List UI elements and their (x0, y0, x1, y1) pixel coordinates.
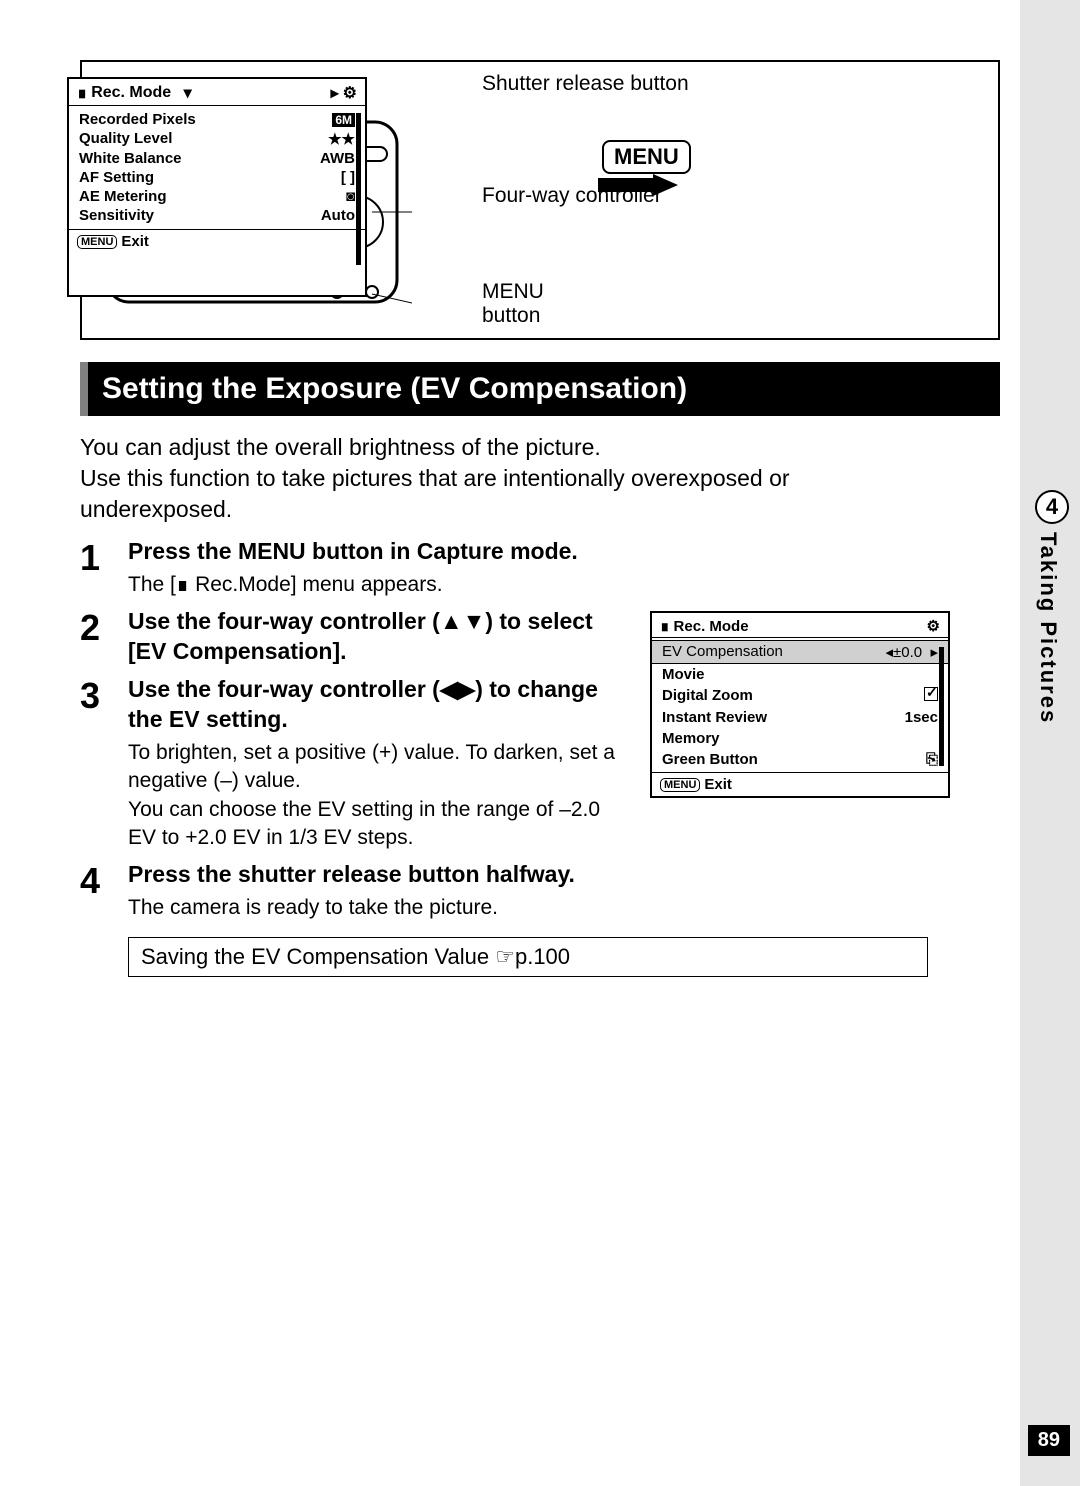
top-diagram: Shutter release button Four-way controll… (80, 60, 1000, 340)
lcd-rec-mode-1: ∎Rec. Mode ▾ ▸⚙ Recorded Pixels6MQuality… (67, 77, 367, 297)
scrollbar-icon (939, 647, 944, 766)
lcd1-row: White BalanceAWB (79, 149, 355, 168)
lcd2-exit: Exit (704, 776, 732, 793)
step-3-desc: To brighten, set a positive (+) value. T… (128, 739, 632, 852)
menu-key-icon: MENU (77, 235, 117, 249)
lcd2-row: Movie (652, 664, 948, 685)
label-shutter: Shutter release button (482, 72, 689, 96)
label-menu-button: MENU button (482, 280, 544, 328)
scrollbar-icon (356, 113, 361, 265)
lcd1-row: Recorded Pixels6M (79, 110, 355, 129)
step-number: 2 (80, 607, 128, 667)
lcd2-row: Memory (652, 728, 948, 749)
reference-box: Saving the EV Compensation Value ☞p.100 (128, 937, 928, 977)
page-number: 89 (1028, 1425, 1070, 1456)
step-1: 1 Press the MENU button in Capture mode.… (80, 537, 950, 599)
lcd1-exit: Exit (121, 233, 149, 250)
step-1-title: Press the MENU button in Capture mode. (128, 537, 950, 567)
intro-text: You can adjust the overall brightness of… (80, 432, 910, 525)
step-number: 3 (80, 675, 128, 852)
step-2: 2 Use the four-way controller (▲▼) to se… (80, 607, 632, 667)
lcd1-row: SensitivityAuto (79, 206, 355, 225)
lcd1-row: Quality Level★★ (79, 129, 355, 149)
step-number: 4 (80, 860, 128, 922)
step-3-title: Use the four-way controller (◀▶) to chan… (128, 675, 632, 735)
lcd2-row: Green Button⎘ (652, 749, 948, 770)
step-2-title: Use the four-way controller (▲▼) to sele… (128, 607, 632, 667)
menu-key-icon: MENU (660, 778, 700, 792)
arrow-icon (598, 174, 678, 196)
step-3: 3 Use the four-way controller (◀▶) to ch… (80, 675, 632, 852)
camera-icon: ∎ (77, 83, 87, 103)
lcd2-row: Digital Zoom (652, 685, 948, 707)
lcd2-tab: Rec. Mode (674, 618, 749, 635)
menu-badge: MENU (602, 140, 691, 174)
dropdown-icon: ▾ (184, 83, 192, 103)
lcd1-row: AF Setting[ ] (79, 168, 355, 187)
camera-icon: ∎ (176, 573, 189, 596)
lcd1-tab: Rec. Mode (91, 84, 171, 102)
checkbox-icon (924, 687, 938, 701)
step-4: 4 Press the shutter release button halfw… (80, 860, 950, 922)
lcd2-row: Instant Review1sec (652, 707, 948, 728)
step-4-title: Press the shutter release button halfway… (128, 860, 950, 890)
camera-icon: ∎ (660, 617, 670, 635)
section-heading: Setting the Exposure (EV Compensation) (80, 362, 1000, 416)
step-number: 1 (80, 537, 128, 599)
lcd-rec-mode-2: ∎Rec. Mode ⚙ EV Compensation ◂±0.0 ▸ Mov… (650, 611, 950, 798)
step-1-desc: The [∎ Rec.Mode] menu appears. (128, 571, 950, 599)
step-4-desc: The camera is ready to take the picture. (128, 894, 950, 922)
lcd2-row-selected: EV Compensation ◂±0.0 ▸ (652, 640, 948, 664)
lcd1-row: AE Metering◙ (79, 187, 355, 206)
